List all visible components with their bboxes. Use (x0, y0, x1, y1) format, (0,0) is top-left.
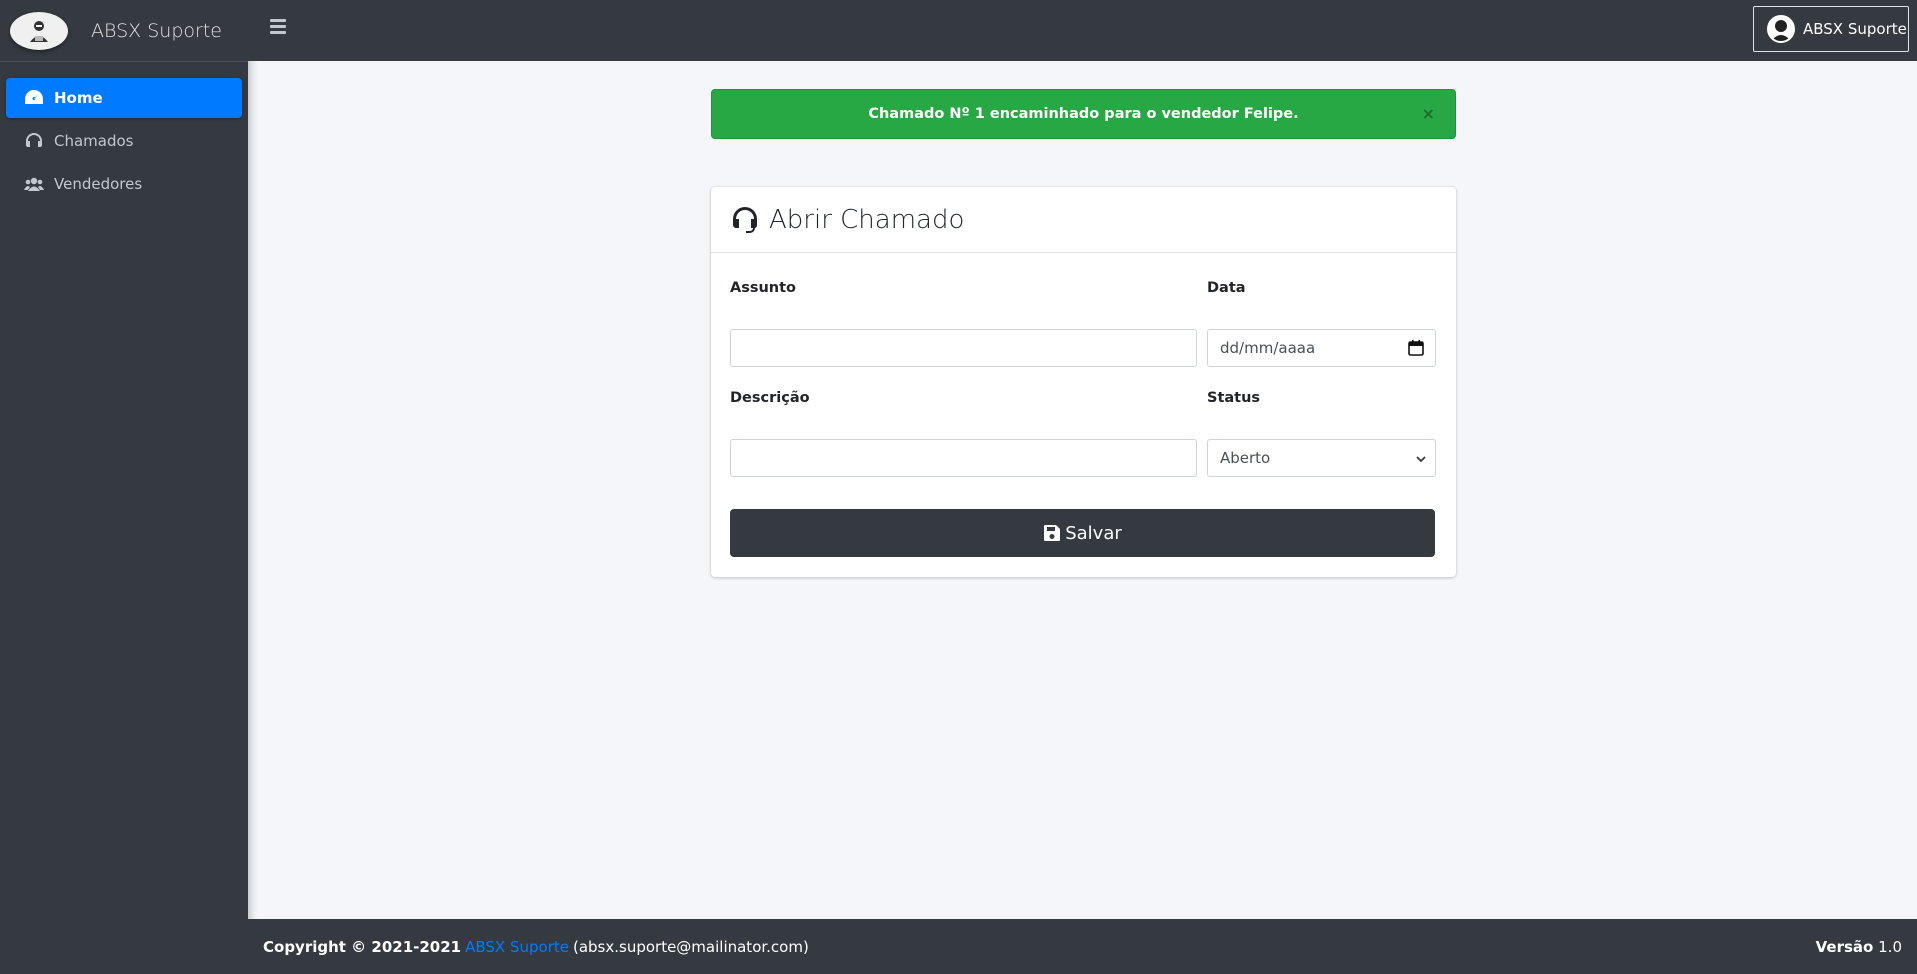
brand-link[interactable]: ABSX Suporte (0, 0, 248, 62)
card-header: Abrir Chamado (711, 187, 1456, 253)
sidebar-item-vendedores[interactable]: Vendedores (6, 164, 242, 204)
top-navbar: ABSX Suporte (248, 0, 1917, 61)
version-label: Versão (1815, 937, 1874, 956)
user-menu-button[interactable]: ABSX Suporte (1753, 6, 1909, 52)
dashboard-icon (25, 90, 43, 104)
sidebar: ABSX Suporte Home Chamados Vendedores (0, 0, 248, 974)
status-selected-value: Aberto (1220, 449, 1271, 467)
sidebar-item-label: Vendedores (54, 175, 143, 193)
sidebar-item-home[interactable]: Home (6, 78, 242, 118)
headset-icon (733, 206, 758, 233)
headset-icon (26, 133, 42, 147)
brand-logo-icon (10, 11, 68, 50)
user-name: ABSX Suporte (1803, 20, 1907, 38)
sidebar-item-label: Home (54, 89, 103, 107)
footer-email: (absx.suporte@mailinator.com) (572, 937, 809, 956)
footer-version: Versão 1.0 (1816, 938, 1902, 956)
users-icon (24, 177, 44, 191)
success-alert: Chamado Nº 1 encaminhado para o vendedor… (711, 89, 1456, 139)
sidebar-nav: Home Chamados Vendedores (0, 62, 248, 204)
save-button-label: Salvar (1065, 522, 1122, 544)
assunto-label: Assunto (730, 280, 797, 296)
data-label: Data (1207, 280, 1246, 296)
close-icon[interactable]: × (1422, 104, 1435, 123)
footer-link[interactable]: ABSX Suporte (465, 938, 569, 956)
calendar-icon[interactable] (1407, 339, 1425, 357)
card-title: Abrir Chamado (769, 204, 965, 235)
assunto-input[interactable] (730, 329, 1197, 367)
status-select[interactable]: Aberto (1207, 439, 1436, 477)
chevron-down-icon (1416, 456, 1426, 463)
data-date-input[interactable]: dd/mm/aaaa (1207, 329, 1436, 367)
status-label: Status (1207, 390, 1261, 406)
footer: Copyright © 2021-2021 ABSX Suporte (absx… (248, 919, 1917, 974)
sidebar-item-label: Chamados (54, 132, 134, 150)
brand-text: ABSX Suporte (91, 19, 222, 42)
descricao-input[interactable] (730, 439, 1197, 477)
date-placeholder: dd/mm/aaaa (1220, 339, 1316, 357)
save-button[interactable]: Salvar (730, 509, 1435, 557)
sidebar-item-chamados[interactable]: Chamados (6, 121, 242, 161)
footer-copyright: Copyright © 2021-2021 (263, 937, 462, 956)
version-value: 1.0 (1878, 937, 1902, 956)
floppy-disk-icon (1044, 525, 1061, 541)
open-ticket-card: Abrir Chamado Assunto Data dd/mm/aaaa De… (711, 187, 1456, 577)
alert-message: Chamado Nº 1 encaminhado para o vendedor… (868, 106, 1299, 122)
user-avatar-icon (1767, 15, 1795, 43)
menu-toggle-icon[interactable] (270, 19, 286, 35)
descricao-label: Descrição (730, 390, 810, 406)
